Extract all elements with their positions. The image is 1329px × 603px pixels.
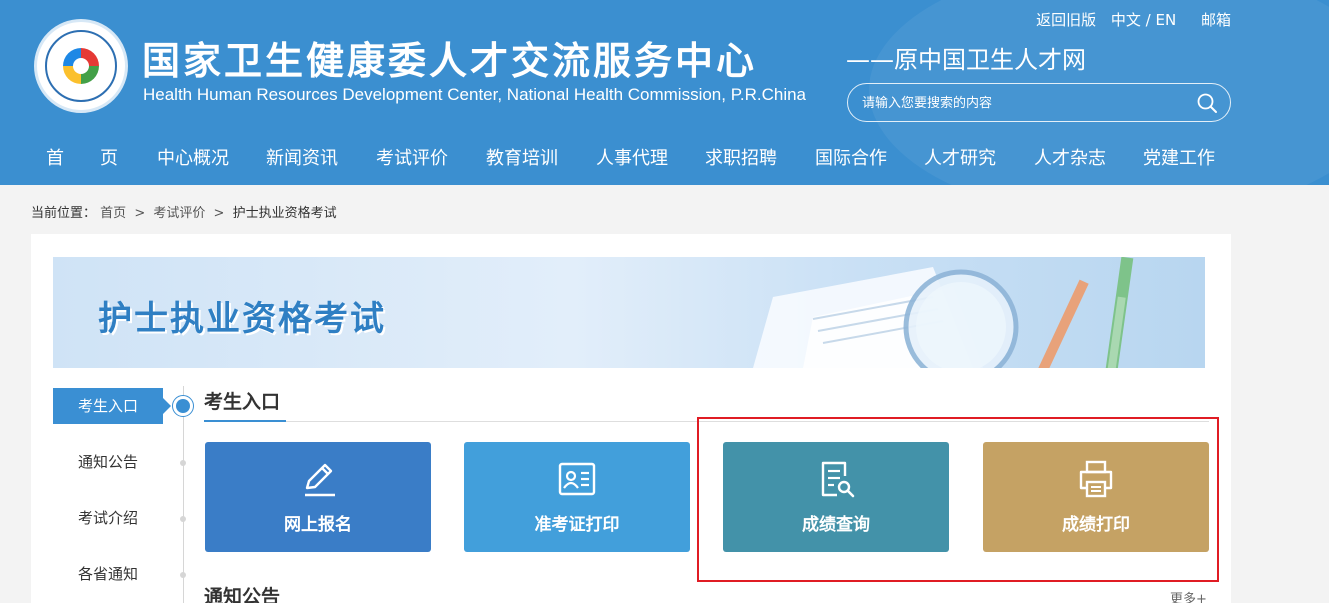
online-registration-button[interactable]: 网上报名 xyxy=(205,442,431,552)
id-card-icon xyxy=(558,462,596,496)
language-switch[interactable]: 中文 / EN xyxy=(1111,11,1176,29)
nav-item-news[interactable]: 新闻资讯 xyxy=(266,144,338,170)
breadcrumb-separator: > xyxy=(134,206,146,221)
breadcrumb: 当前位置： 首页 > 考试评价 > 护士执业资格考试 xyxy=(31,202,337,221)
nav-item-magazine[interactable]: 人才杂志 xyxy=(1034,144,1106,170)
site-header: 国家卫生健康委人才交流服务中心 Health Human Resources D… xyxy=(0,0,1329,185)
admission-ticket-print-button[interactable]: 准考证打印 xyxy=(464,442,690,552)
sidebar-active-marker xyxy=(172,395,194,417)
banner-title: 护士执业资格考试 xyxy=(98,299,386,339)
breadcrumb-prefix: 当前位置： xyxy=(31,206,97,221)
nav-item-about[interactable]: 中心概况 xyxy=(157,144,229,170)
top-links: 返回旧版 中文 / EN 邮箱 xyxy=(1026,9,1231,30)
nav-item-personnel[interactable]: 人事代理 xyxy=(596,144,668,170)
pen-icon xyxy=(305,463,335,497)
nav-item-international[interactable]: 国际合作 xyxy=(815,144,887,170)
more-link[interactable]: 更多+ xyxy=(1170,588,1207,603)
site-title: 国家卫生健康委人才交流服务中心 xyxy=(142,39,758,83)
highlight-box xyxy=(697,417,1219,582)
section-title: 考生入口 xyxy=(204,391,281,413)
search-box xyxy=(847,83,1231,122)
sidebar-timeline xyxy=(183,386,184,603)
sidebar-dot xyxy=(180,460,186,466)
nav-item-exams[interactable]: 考试评价 xyxy=(376,144,448,170)
search-input[interactable] xyxy=(862,93,1182,113)
nav-item-jobs[interactable]: 求职招聘 xyxy=(705,144,777,170)
nav-item-research[interactable]: 人才研究 xyxy=(924,144,996,170)
site-slogan: ——原中国卫生人才网 xyxy=(846,46,1086,74)
sidebar-item-candidate-entry[interactable]: 考生入口 xyxy=(53,388,171,424)
nav-item-training[interactable]: 教育培训 xyxy=(486,144,558,170)
page-banner: 护士执业资格考试 xyxy=(53,257,1205,368)
notices-section-title: 通知公告 xyxy=(204,586,281,603)
sidebar-dot xyxy=(180,572,186,578)
breadcrumb-separator: > xyxy=(213,206,225,221)
sidebar-item-exam-intro[interactable]: 考试介绍 xyxy=(53,500,163,536)
site-logo[interactable] xyxy=(34,19,128,113)
logo-center xyxy=(73,58,89,74)
main-nav: 首 页 中心概况 新闻资讯 考试评价 教育培训 人事代理 求职招聘 国际合作 人… xyxy=(0,138,1329,174)
nav-item-party[interactable]: 党建工作 xyxy=(1143,144,1215,170)
breadcrumb-home[interactable]: 首页 xyxy=(100,206,126,221)
breadcrumb-current: 护士执业资格考试 xyxy=(232,206,337,221)
tile-label: 网上报名 xyxy=(284,515,352,535)
old-version-link[interactable]: 返回旧版 xyxy=(1036,11,1096,29)
nav-item-home[interactable]: 首 页 xyxy=(46,144,118,170)
breadcrumb-exams[interactable]: 考试评价 xyxy=(153,206,205,221)
section-title-underline xyxy=(204,420,286,422)
tile-label: 准考证打印 xyxy=(534,515,620,535)
site-subtitle-en: Health Human Resources Development Cente… xyxy=(143,85,806,104)
search-icon[interactable] xyxy=(1196,92,1218,114)
sidebar-dot xyxy=(180,516,186,522)
sidebar-item-notices[interactable]: 通知公告 xyxy=(53,444,163,480)
sidebar-item-province-notices[interactable]: 各省通知 xyxy=(53,556,163,592)
mail-link[interactable]: 邮箱 xyxy=(1201,11,1231,29)
